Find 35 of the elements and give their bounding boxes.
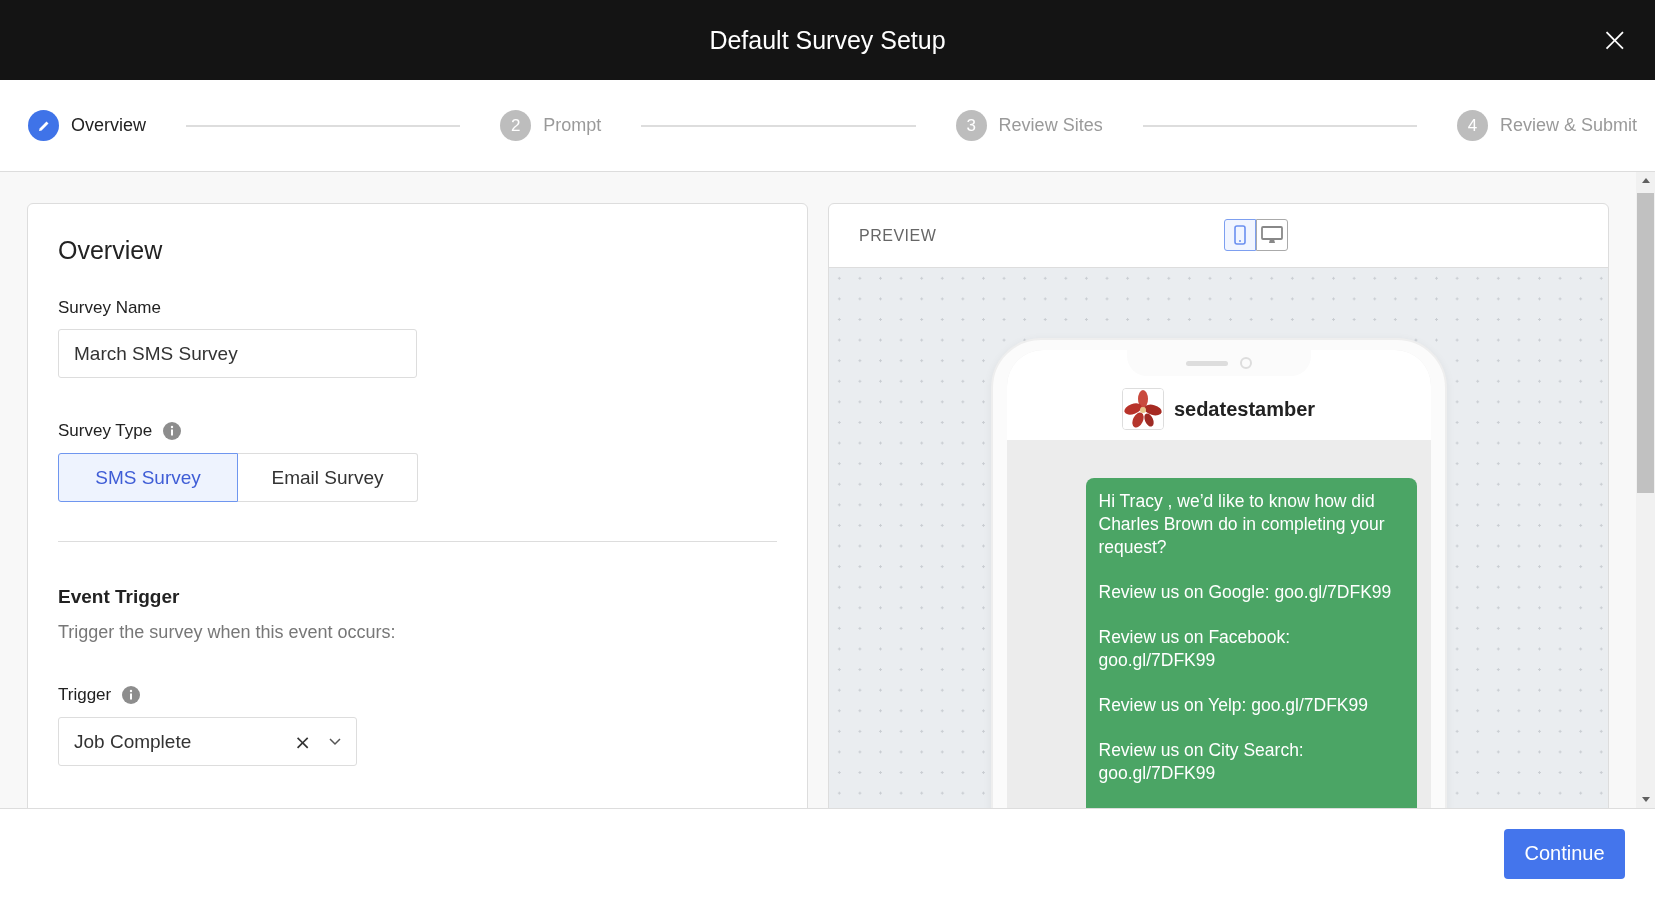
step-number: 2 [500,110,532,141]
message-text: Review us on Google: goo.gl/7DFK99 [1098,581,1393,604]
clear-button[interactable]: × [294,729,311,754]
trigger-select[interactable]: Job Complete × [58,717,357,766]
preview-label: PREVIEW [859,226,937,245]
survey-type-option[interactable]: SMS Survey [58,453,238,502]
message-text: Review us on Yelp: goo.gl/7DFK99 [1098,694,1369,717]
step-label[interactable]: Overview [71,115,146,136]
info-icon[interactable] [122,686,141,704]
step-number: 4 [1456,110,1488,141]
chevron-down-icon [329,737,341,746]
survey-type-option[interactable]: Email Survey [238,453,418,502]
field-label: Trigger [58,685,112,705]
field-label: Survey Name [58,298,161,318]
desktop-icon [1261,225,1283,245]
info-icon[interactable] [163,422,182,440]
section-heading: Event Trigger [58,586,180,608]
desktop-view-button[interactable] [1256,219,1288,251]
field-label: Survey Type [58,421,153,441]
section-heading: Overview [58,236,163,265]
phone-view-button[interactable] [1224,219,1256,251]
close-button[interactable]: × [1596,22,1633,56]
scroll-up-icon[interactable] [1641,178,1650,183]
survey-name-field[interactable]: March SMS Survey [58,329,417,378]
message-text: Review us on City Search: goo.gl/7DFK99 [1098,739,1305,785]
step-number: 3 [955,110,987,141]
window-title: Default Survey Setup [709,25,946,55]
continue-button[interactable]: Continue [1504,828,1625,879]
section-description: Trigger the survey when this event occurs: [58,622,396,643]
phone-icon [1234,225,1246,245]
scrollbar[interactable] [1636,172,1655,808]
message-text: Review us on Facebook: goo.gl/7DFK99 [1098,626,1292,672]
scroll-down-icon[interactable] [1641,797,1650,802]
sender-name: sedatestamber [1173,397,1316,421]
message-text: Hi Tracy , we’d like to know how did Charles Brown do in completing your request? [1098,490,1386,559]
